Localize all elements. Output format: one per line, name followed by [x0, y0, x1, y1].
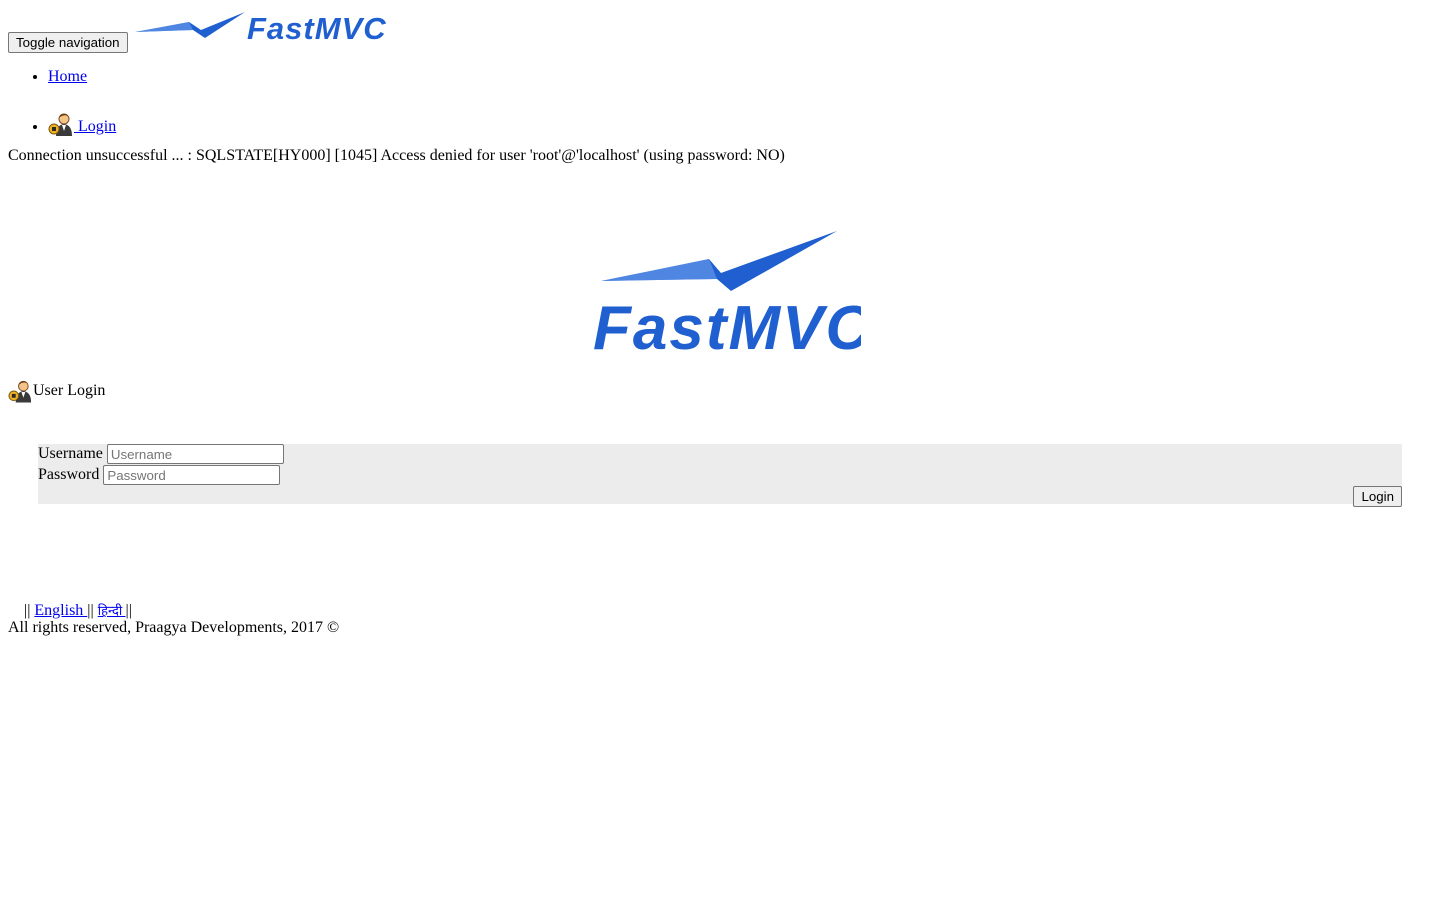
username-label: Username	[38, 445, 103, 462]
footer-copyright: All rights reserved, Praagya Development…	[8, 619, 340, 636]
toggle-navigation-button[interactable]: Toggle navigation	[8, 32, 128, 53]
language-switcher: || English || हिन्दी ||	[24, 601, 132, 620]
fastmvc-brand-logo[interactable]: FastMVC	[133, 8, 401, 48]
logo-wordmark: FastMVC	[593, 294, 861, 355]
nav-menu: Home Login	[8, 66, 116, 138]
fastmvc-center-logo: FastMVC	[593, 231, 861, 355]
password-row: Password	[38, 465, 281, 485]
nav-link-home[interactable]: Home	[48, 68, 87, 85]
separator: ||	[125, 602, 132, 619]
user-icon	[48, 113, 72, 136]
logo-swoosh	[601, 231, 837, 291]
username-row: Username	[38, 444, 284, 464]
nav-item-home: Home	[48, 66, 116, 88]
password-input[interactable]	[103, 465, 281, 485]
nav-login-label: Login	[74, 118, 117, 135]
language-link-english[interactable]: English	[34, 602, 87, 619]
user-icon	[8, 380, 32, 403]
language-link-hindi[interactable]: हिन्दी	[98, 603, 126, 618]
connection-error-message: Connection unsuccessful ... : SQLSTATE[H…	[8, 147, 785, 164]
login-heading-title: User Login	[33, 382, 106, 399]
nav-item-login: Login	[48, 111, 116, 138]
login-heading: User Login	[8, 378, 105, 404]
username-input[interactable]	[106, 444, 284, 464]
login-form: Username Password Login	[38, 444, 1402, 507]
login-button[interactable]: Login	[1353, 486, 1402, 507]
nav-link-login[interactable]: Login	[48, 113, 117, 136]
logo-wordmark: FastMVC	[247, 11, 387, 46]
password-label: Password	[38, 466, 100, 483]
separator: ||	[87, 602, 94, 619]
separator: ||	[24, 602, 31, 619]
